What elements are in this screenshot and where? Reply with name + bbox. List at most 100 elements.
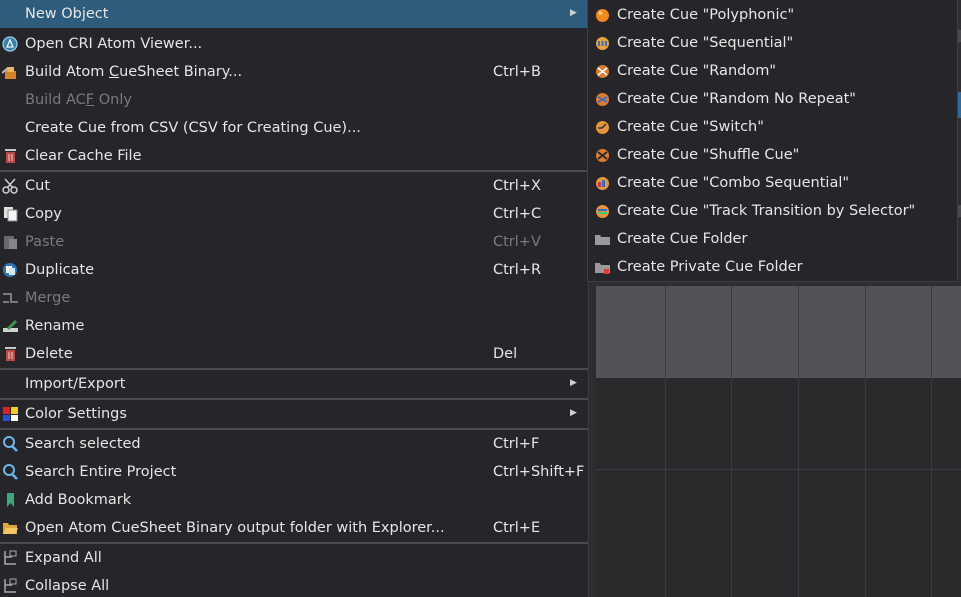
color-palette-icon <box>2 406 19 422</box>
menu-item-search-selected[interactable]: Search selected Ctrl+F <box>0 430 588 458</box>
shortcut-text: Ctrl+Shift+F <box>493 464 585 480</box>
search-icon <box>2 436 19 452</box>
cue-polyphonic-icon <box>595 8 610 23</box>
menu-item-label: Search selected <box>25 436 141 452</box>
shortcut-text: Ctrl+X <box>493 178 541 194</box>
menu-item-label: Expand All <box>25 550 102 566</box>
submenu-item-label: Create Cue "Random" <box>617 63 777 79</box>
menu-item-label: Duplicate <box>25 262 95 278</box>
menu-item-paste[interactable]: Paste Ctrl+V <box>0 228 588 256</box>
cue-sequential-icon <box>595 36 610 51</box>
duplicate-icon <box>2 262 19 278</box>
submenu-item-create-cue-polyphonic[interactable]: Create Cue "Polyphonic" <box>588 1 957 29</box>
new-object-submenu: Create Cue "Polyphonic" Create Cue "Sequ… <box>587 0 958 282</box>
merge-icon <box>2 290 19 306</box>
context-menu: New Object ▶ Open CRI Atom Viewer... Bui… <box>0 0 589 597</box>
submenu-item-create-cue-combo-sequential[interactable]: Create Cue "Combo Sequential" <box>588 169 957 197</box>
menu-item-label: Open CRI Atom Viewer... <box>25 36 203 52</box>
submenu-item-create-cue-folder[interactable]: Create Cue Folder <box>588 225 957 253</box>
grid-line <box>596 469 961 470</box>
rename-icon <box>2 318 19 334</box>
grid-line <box>731 286 732 597</box>
submenu-arrow-icon: ▶ <box>570 408 577 418</box>
collapse-tree-icon <box>2 578 19 594</box>
shortcut-text: Ctrl+C <box>493 206 542 222</box>
submenu-item-label: Create Cue Folder <box>617 231 748 247</box>
menu-item-label: Clear Cache File <box>25 148 142 164</box>
menu-item-add-bookmark[interactable]: Add Bookmark <box>0 486 588 514</box>
submenu-item-create-private-cue-folder[interactable]: Create Private Cue Folder <box>588 253 957 281</box>
copy-icon <box>2 206 19 222</box>
menu-item-label: New Object <box>25 6 109 22</box>
submenu-item-label: Create Cue "Sequential" <box>617 35 794 51</box>
grid-line <box>865 286 866 597</box>
menu-item-label: Color Settings <box>25 406 127 422</box>
search-icon <box>2 464 19 480</box>
cue-combo-sequential-icon <box>595 176 610 191</box>
bookmark-icon <box>2 492 19 508</box>
atom-viewer-icon <box>2 36 19 52</box>
expand-tree-icon <box>2 550 19 566</box>
submenu-item-label: Create Cue "Random No Repeat" <box>617 91 856 107</box>
menu-item-open-output-folder[interactable]: Open Atom CueSheet Binary output folder … <box>0 514 588 542</box>
menu-item-open-atom-viewer[interactable]: Open CRI Atom Viewer... <box>0 30 588 58</box>
menu-item-label: Search Entire Project <box>25 464 177 480</box>
menu-item-delete[interactable]: Delete Del <box>0 340 588 368</box>
application-window: New Object ▶ Open CRI Atom Viewer... Bui… <box>0 0 961 597</box>
paste-icon <box>2 234 19 250</box>
menu-item-label: Merge <box>25 290 71 306</box>
submenu-item-label: Create Cue "Switch" <box>617 119 764 135</box>
grid-line <box>798 286 799 597</box>
menu-item-label: Copy <box>25 206 62 222</box>
cue-shuffle-icon <box>595 148 610 163</box>
menu-item-label: Import/Export <box>25 376 126 392</box>
menu-item-cut[interactable]: Cut Ctrl+X <box>0 172 588 200</box>
menu-item-label: Delete <box>25 346 73 362</box>
menu-item-duplicate[interactable]: Duplicate Ctrl+R <box>0 256 588 284</box>
grid-line <box>665 286 666 597</box>
menu-item-build-acf-only[interactable]: Build ACF Only <box>0 86 588 114</box>
menu-item-label: Cut <box>25 178 50 194</box>
menu-item-label: Add Bookmark <box>25 492 132 508</box>
grid-line <box>931 286 932 597</box>
menu-item-search-entire-project[interactable]: Search Entire Project Ctrl+Shift+F <box>0 458 588 486</box>
scissors-icon <box>2 178 19 194</box>
timeline-empty-area <box>596 378 961 597</box>
menu-item-color-settings[interactable]: Color Settings ▶ <box>0 400 588 428</box>
submenu-item-create-cue-random-no-repeat[interactable]: Create Cue "Random No Repeat" <box>588 85 957 113</box>
menu-item-merge[interactable]: Merge <box>0 284 588 312</box>
submenu-item-label: Create Cue "Track Transition by Selector… <box>617 203 916 219</box>
shortcut-text: Ctrl+V <box>493 234 541 250</box>
menu-item-expand-all[interactable]: Expand All <box>0 544 588 572</box>
shortcut-text: Ctrl+R <box>493 262 542 278</box>
submenu-item-create-cue-sequential[interactable]: Create Cue "Sequential" <box>588 29 957 57</box>
cue-random-icon <box>595 64 610 79</box>
folder-open-icon <box>2 520 19 536</box>
menu-item-collapse-all[interactable]: Collapse All <box>0 572 588 597</box>
shortcut-text: Ctrl+F <box>493 436 540 452</box>
submenu-arrow-icon: ▶ <box>570 378 577 388</box>
menu-item-label: Build ACF Only <box>25 92 132 108</box>
menu-item-create-cue-from-csv[interactable]: Create Cue from CSV (CSV for Creating Cu… <box>0 114 588 142</box>
menu-item-copy[interactable]: Copy Ctrl+C <box>0 200 588 228</box>
menu-item-label: Collapse All <box>25 578 110 594</box>
menu-item-clear-cache-file[interactable]: Clear Cache File <box>0 142 588 170</box>
submenu-item-label: Create Cue "Polyphonic" <box>617 7 795 23</box>
build-icon <box>1 64 19 80</box>
menu-item-import-export[interactable]: Import/Export ▶ <box>0 370 588 398</box>
menu-item-label: Rename <box>25 318 85 334</box>
submenu-item-label: Create Cue "Shuffle Cue" <box>617 147 800 163</box>
submenu-item-create-cue-switch[interactable]: Create Cue "Switch" <box>588 113 957 141</box>
menu-item-label: Build Atom CueSheet Binary... <box>25 64 243 80</box>
submenu-item-create-cue-shuffle[interactable]: Create Cue "Shuffle Cue" <box>588 141 957 169</box>
submenu-item-create-cue-random[interactable]: Create Cue "Random" <box>588 57 957 85</box>
cue-switch-icon <box>595 120 610 135</box>
submenu-item-label: Create Private Cue Folder <box>617 259 803 275</box>
menu-item-new-object[interactable]: New Object ▶ <box>0 0 588 28</box>
private-folder-icon <box>595 260 610 275</box>
menu-item-build-cuesheet-binary[interactable]: Build Atom CueSheet Binary... Ctrl+B <box>0 58 588 86</box>
submenu-item-create-cue-track-transition[interactable]: Create Cue "Track Transition by Selector… <box>588 197 957 225</box>
menu-item-rename[interactable]: Rename <box>0 312 588 340</box>
shortcut-text: Del <box>493 346 518 362</box>
shortcut-text: Ctrl+B <box>493 64 541 80</box>
